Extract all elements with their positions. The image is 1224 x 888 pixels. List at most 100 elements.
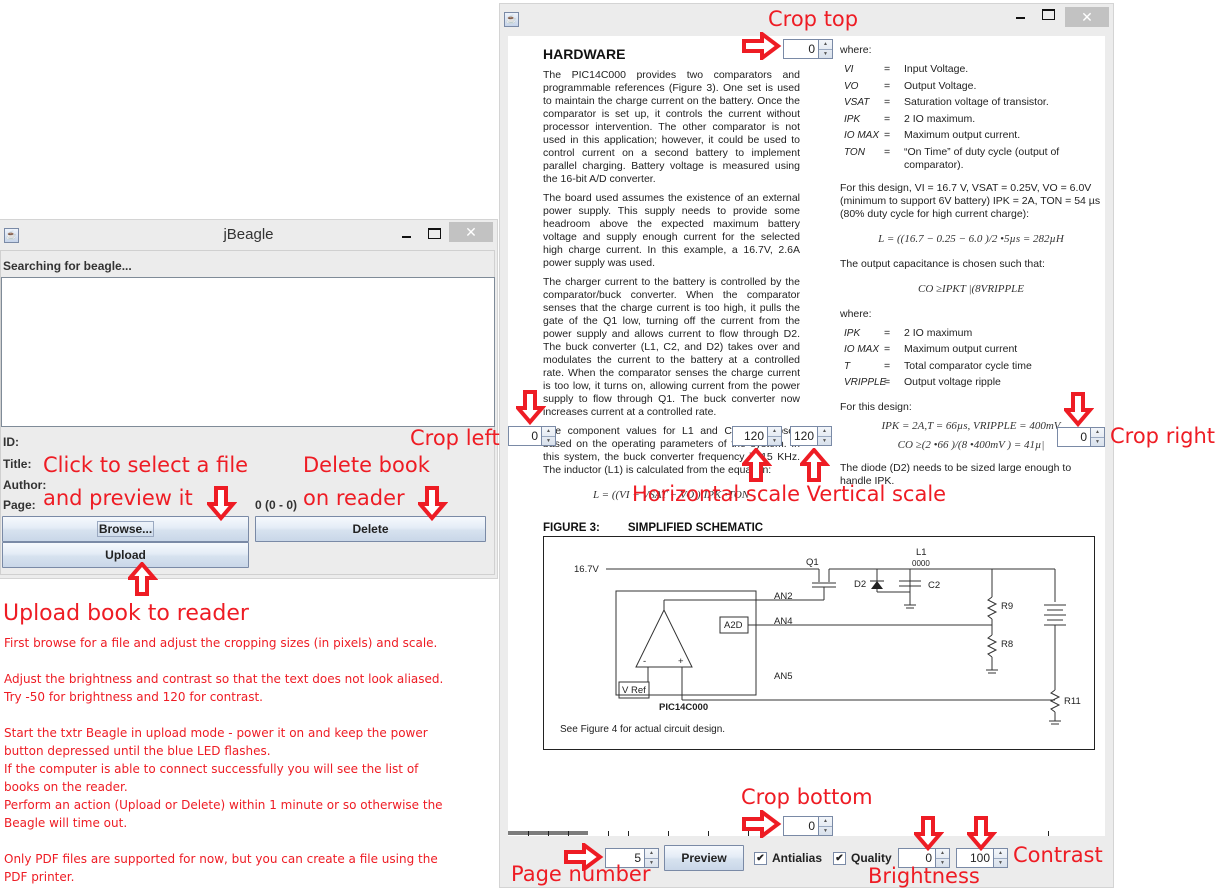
delete-button[interactable]: Delete <box>255 516 486 542</box>
schematic-label: C2 <box>928 580 941 591</box>
spin-up-icon[interactable]: ▲ <box>818 427 831 437</box>
arrow-right-icon <box>742 32 780 60</box>
crop-right-input[interactable]: 0 <box>1057 427 1091 447</box>
spin-up-icon[interactable]: ▲ <box>1091 428 1104 438</box>
horizontal-scale-input[interactable]: 120 <box>732 426 768 446</box>
antialias-checkbox[interactable]: ✔ Antialias <box>754 851 822 865</box>
jbeagle-content: Searching for beagle... ID: Title: Autho… <box>0 250 495 575</box>
crop-top-spinner[interactable]: 0 ▲ ▼ <box>783 39 833 59</box>
schematic-label: - <box>643 656 647 667</box>
page-number-annotation: Page number <box>511 862 651 886</box>
schematic-label: V Ref <box>622 685 646 696</box>
crop-bottom-input[interactable]: 0 <box>783 816 819 836</box>
jbeagle-window: ☕ jBeagle ✕ Searching for beagle... ID: … <box>0 219 498 579</box>
spin-up-icon[interactable]: ▲ <box>542 427 555 437</box>
delete-hint: Delete book <box>303 453 430 477</box>
crop-left-input[interactable]: 0 <box>508 426 542 446</box>
preview-button[interactable]: Preview <box>664 845 744 871</box>
arrow-up-icon <box>742 448 770 482</box>
close-button[interactable]: ✕ <box>449 222 493 242</box>
spin-up-icon[interactable]: ▲ <box>819 817 832 827</box>
definition-row: TON = “On Time” of duty cycle (output of c… <box>844 145 1060 171</box>
definition-row: IO MAX = Maximum output current <box>844 343 1018 355</box>
definition-row: VSAT = Saturation voltage of transistor. <box>844 96 1049 108</box>
paragraph: The output capacitance is chosen such th… <box>840 257 1045 270</box>
crop-right-spinner[interactable]: 0 ▲ ▼ <box>1057 427 1105 447</box>
spin-down-icon[interactable]: ▼ <box>819 827 832 836</box>
spin-down-icon[interactable]: ▼ <box>819 50 832 59</box>
schematic-label: AN4 <box>774 616 793 627</box>
page-info: 0 (0 - 0) <box>255 498 298 512</box>
instruction-line: Start the txtr Beagle in upload mode - p… <box>4 726 428 758</box>
schematic-note: See Figure 4 for actual circuit design. <box>560 724 726 735</box>
quality-checkbox[interactable]: ✔ Quality <box>833 851 892 865</box>
spin-down-icon[interactable]: ▼ <box>542 437 555 446</box>
definition-row: VI = Input Voltage. <box>844 63 969 75</box>
crop-bottom-annotation: Crop bottom <box>741 785 873 809</box>
arrow-down-icon <box>1064 392 1092 426</box>
checkbox-checked-icon[interactable]: ✔ <box>754 851 767 865</box>
arrow-down-icon <box>914 816 942 850</box>
browse-hint: and preview it <box>43 486 193 510</box>
definition-row: T = Total comparator cycle time <box>844 359 1032 372</box>
schematic-label: AN2 <box>774 591 793 602</box>
paragraph: For this design: <box>840 400 912 413</box>
author-label: Author: <box>3 478 47 492</box>
arrow-up-icon <box>800 448 828 482</box>
instruction-line: Try -50 for brightness and 120 for contr… <box>4 690 263 704</box>
schematic-label: PIC14C000 <box>659 702 709 713</box>
book-list[interactable] <box>1 277 495 427</box>
upload-button[interactable]: Upload <box>2 542 249 568</box>
checkbox-checked-icon[interactable]: ✔ <box>833 851 846 865</box>
schematic-label: R9 <box>1001 601 1014 612</box>
arrow-down-icon <box>967 816 995 850</box>
schematic-label: 16.7V <box>574 564 599 575</box>
spin-up-icon[interactable]: ▲ <box>819 40 832 50</box>
crop-top-input[interactable]: 0 <box>783 39 819 59</box>
definition-row: VRIPPLE = Output voltage ripple <box>844 376 1001 388</box>
vertical-scale-input[interactable]: 120 <box>790 426 818 446</box>
instructions: First browse for a file and adjust the c… <box>4 634 484 886</box>
title-label: Title: <box>3 457 32 471</box>
where-label: where: <box>840 44 872 56</box>
spin-up-icon[interactable]: ▲ <box>768 427 781 437</box>
upload-hint: Upload book to reader <box>3 601 249 626</box>
equation: L = ((16.7 − 0.25 − 6.0 )/2 •5µs = 282µH <box>878 232 1064 245</box>
crop-bottom-spinner[interactable]: 0 ▲ ▼ <box>783 816 833 836</box>
minimize-button[interactable] <box>1005 4 1035 24</box>
minimize-button[interactable] <box>391 223 421 243</box>
horizontal-scale-spinner[interactable]: 120 ▲ ▼ <box>732 426 782 446</box>
spin-down-icon[interactable]: ▼ <box>818 437 831 446</box>
spin-up-icon[interactable]: ▲ <box>645 849 658 859</box>
definition-row: IPK = 2 IO maximum. <box>844 112 976 125</box>
spin-down-icon[interactable]: ▼ <box>1091 438 1104 447</box>
brightness-annotation: Brightness <box>868 864 980 888</box>
contrast-annotation: Contrast <box>1013 843 1103 867</box>
instruction-line: First browse for a file and adjust the c… <box>4 636 438 650</box>
instruction-line: If the computer is able to connect succe… <box>4 762 419 794</box>
schematic-label: A2D <box>724 620 743 631</box>
paragraph: The board used assumes the existence of … <box>543 192 800 269</box>
close-button[interactable]: ✕ <box>1065 7 1109 27</box>
where-label: where: <box>840 307 872 320</box>
java-app-icon: ☕ <box>504 12 519 27</box>
schematic-label: R8 <box>1001 639 1014 650</box>
page-label: Page: <box>3 498 36 512</box>
spin-down-icon[interactable]: ▼ <box>768 437 781 446</box>
crop-left-spinner[interactable]: 0 ▲ ▼ <box>508 426 556 446</box>
instruction-line <box>4 652 484 670</box>
page-preview: HARDWARE The PIC14C000 provides two comp… <box>508 36 1105 836</box>
maximize-button[interactable] <box>1033 4 1063 24</box>
arrow-right-icon <box>742 810 780 838</box>
maximize-button[interactable] <box>419 223 449 243</box>
instruction-line: Only PDF files are supported for now, bu… <box>4 852 438 884</box>
schematic-label: Q1 <box>806 557 819 568</box>
spin-down-icon[interactable]: ▼ <box>994 859 1007 868</box>
browse-hint: Click to select a file <box>43 453 249 477</box>
vertical-scale-spinner[interactable]: 120 ▲ ▼ <box>790 426 832 446</box>
id-label: ID: <box>3 435 19 449</box>
status-label: Searching for beagle... <box>3 259 132 273</box>
crop-top-annotation: Crop top <box>768 7 859 31</box>
instruction-line: Adjust the brightness and contrast so th… <box>4 672 444 686</box>
definition-row: IPK = 2 IO maximum <box>844 326 973 339</box>
